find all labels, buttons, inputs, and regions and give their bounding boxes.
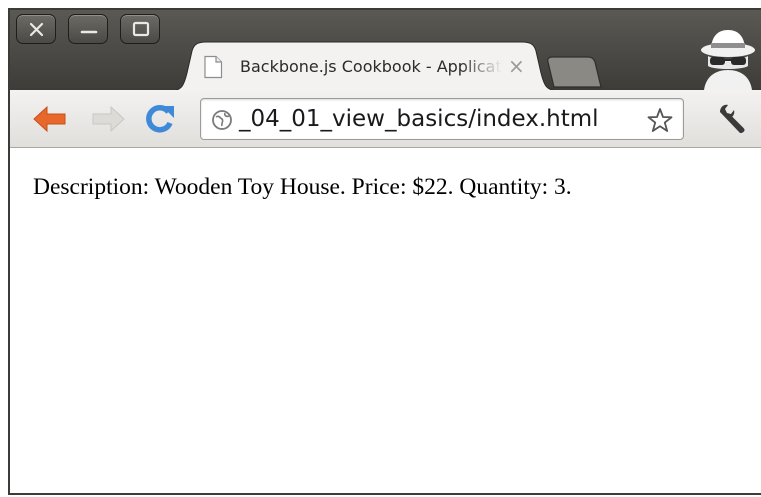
window-minimize-button[interactable] (68, 14, 108, 44)
incognito-icon (698, 26, 758, 94)
title-bar: Backbone.js Cookbook - Application × (10, 10, 761, 91)
url-text: _04_01_view_basics/index.html (239, 106, 599, 132)
forward-button[interactable] (90, 104, 126, 138)
browser-window: Backbone.js Cookbook - Application × _04… (8, 8, 761, 495)
close-icon (29, 22, 44, 37)
maximize-icon (132, 21, 150, 37)
forward-arrow-icon (92, 105, 125, 133)
page-content: Description: Wooden Toy House. Price: $2… (10, 148, 761, 493)
reload-icon (146, 105, 174, 133)
window-close-button[interactable] (16, 14, 56, 44)
wrench-icon (720, 104, 745, 133)
window-maximize-button[interactable] (120, 14, 160, 44)
back-arrow-icon (33, 105, 66, 133)
star-icon (647, 108, 673, 132)
address-bar[interactable]: _04_01_view_basics/index.html (200, 98, 684, 140)
minimize-icon (80, 30, 98, 34)
item-description-text: Description: Wooden Toy House. Price: $2… (33, 174, 572, 200)
bookmark-star-button[interactable] (647, 107, 673, 137)
browser-toolbar: _04_01_view_basics/index.html (10, 90, 761, 148)
tab-title: Backbone.js Cookbook - Application (240, 57, 502, 76)
tab-close-button[interactable]: × (508, 54, 525, 78)
page-icon (202, 55, 224, 83)
new-tab-button[interactable] (544, 56, 604, 94)
wrench-button[interactable] (717, 103, 747, 137)
reload-button[interactable] (144, 103, 176, 139)
globe-icon (211, 109, 233, 135)
tab-active[interactable]: Backbone.js Cookbook - Application × (170, 41, 560, 91)
new-tab-icon (547, 56, 602, 88)
back-button[interactable] (32, 104, 68, 138)
